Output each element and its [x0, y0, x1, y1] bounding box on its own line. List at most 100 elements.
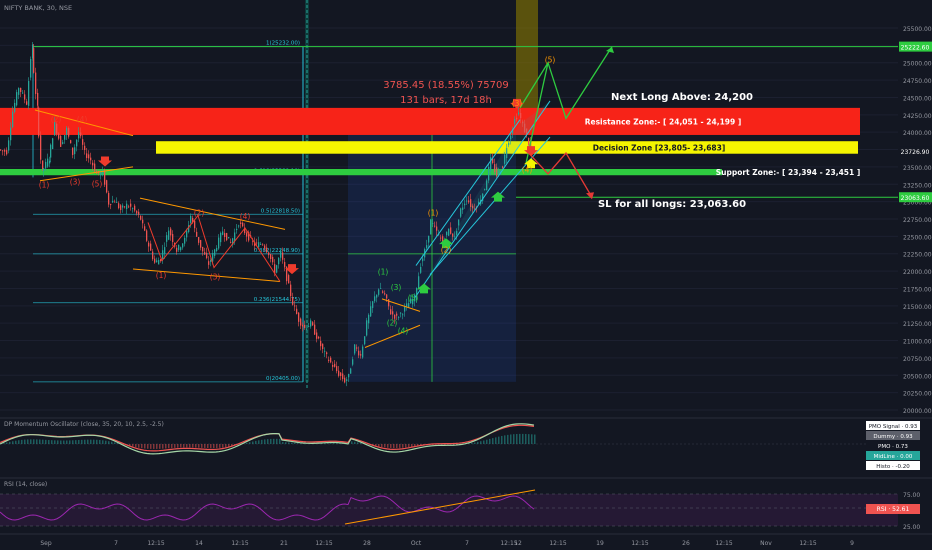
- candle-body: [40, 135, 42, 160]
- oscillator-histogram-bar: [405, 444, 407, 448]
- oscillator-histogram-bar: [180, 444, 182, 448]
- wave-label: (1): [378, 268, 389, 277]
- y-tick-label: 22500.00: [903, 234, 932, 241]
- oscillator-histogram-bar: [45, 439, 47, 444]
- oscillator-histogram-bar: [471, 443, 473, 444]
- candle-body: [20, 87, 22, 92]
- oscillator-histogram-bar: [36, 439, 38, 444]
- candle-body: [56, 123, 58, 134]
- candle-body: [218, 237, 220, 249]
- oscillator-histogram-bar: [264, 439, 266, 444]
- candle-body: [256, 242, 258, 244]
- candle-body: [346, 379, 348, 381]
- candle-body: [202, 246, 204, 252]
- next-long-annotation: Next Long Above: 24,200: [611, 92, 753, 103]
- candle-body: [434, 225, 436, 227]
- candle-body: [262, 244, 264, 246]
- oscillator-histogram-bar: [402, 444, 404, 448]
- candle-body: [76, 139, 78, 147]
- x-tick-label: 12:15: [147, 540, 164, 547]
- candle-body: [136, 210, 138, 214]
- oscillator-histogram-bar: [72, 440, 74, 444]
- candle-body: [340, 372, 342, 376]
- oscillator-histogram-bar: [66, 440, 68, 444]
- candle-body: [316, 332, 318, 339]
- oscillator-histogram-bar: [204, 444, 206, 448]
- candle-body: [120, 205, 122, 211]
- oscillator-histogram-bar: [189, 444, 191, 448]
- candle-body: [84, 145, 86, 150]
- oscillator-histogram-bar: [114, 442, 116, 444]
- candle-body: [54, 121, 56, 136]
- candle-body: [358, 350, 360, 356]
- candle-body: [60, 135, 62, 147]
- candle-body: [130, 203, 132, 207]
- oscillator-histogram-bar: [522, 433, 524, 444]
- oscillator-histogram-bar: [39, 439, 41, 444]
- candle-body: [110, 204, 112, 206]
- candle-body: [318, 336, 320, 339]
- oscillator-histogram-bar: [54, 440, 56, 444]
- x-tick-label: 12:15: [715, 540, 732, 547]
- y-tick-label: 22250.00: [903, 252, 932, 259]
- candle-body: [42, 160, 44, 169]
- candle-body: [268, 252, 270, 256]
- candle-body: [378, 289, 380, 295]
- x-tick-label: Oct: [411, 540, 422, 547]
- oscillator-histogram-bar: [6, 442, 8, 444]
- candle-body: [140, 215, 142, 220]
- candle-body: [66, 127, 68, 135]
- candle-body: [72, 147, 74, 155]
- candle-body: [94, 163, 96, 172]
- oscillator-histogram-bar: [261, 439, 263, 444]
- candle-body: [208, 261, 210, 265]
- candle-body: [64, 135, 66, 140]
- candle-body: [100, 171, 102, 176]
- candle-body: [520, 113, 522, 119]
- oscillator-histogram-bar: [108, 441, 110, 444]
- candle-body: [352, 359, 354, 365]
- oscillator-histogram-bar: [207, 444, 209, 449]
- candle-body: [334, 363, 336, 367]
- oscillator-histogram-bar: [390, 444, 392, 448]
- candle-body: [338, 370, 340, 376]
- oscillator-histogram-bar: [156, 444, 158, 449]
- candle-body: [276, 265, 278, 273]
- x-tick-label: 12:15: [799, 540, 816, 547]
- candle-body: [78, 132, 80, 139]
- candle-body: [398, 317, 400, 319]
- last-price-tag: 23726.90: [901, 149, 930, 156]
- oscillator-histogram-bar: [525, 433, 527, 444]
- oscillator-histogram-bar: [147, 444, 149, 449]
- candle-body: [28, 81, 30, 106]
- x-tick-label: 21: [280, 540, 288, 547]
- support-zone: [0, 168, 722, 176]
- candle-body: [376, 294, 378, 298]
- candle-body: [294, 305, 296, 307]
- oscillator-histogram-bar: [255, 440, 257, 444]
- wave-label: (1): [39, 181, 50, 190]
- candle-body: [388, 299, 390, 307]
- oscillator-histogram-bar: [183, 444, 185, 448]
- candle-body: [390, 309, 392, 315]
- candle-body: [368, 314, 370, 324]
- oscillator-histogram-bar: [135, 444, 137, 448]
- oscillator-legend-tag: PMO Signal · 0.93: [869, 424, 918, 430]
- wave-label: (2): [51, 115, 62, 124]
- wave-label: (4): [522, 165, 533, 174]
- candle-body: [166, 235, 168, 242]
- candle-body: [16, 92, 18, 106]
- candle-body: [150, 243, 152, 251]
- x-tick-label: 14: [195, 540, 203, 547]
- sl-annotation: SL for all longs: 23,063.60: [598, 199, 746, 210]
- candle-body: [242, 222, 244, 227]
- oscillator-histogram-bar: [483, 440, 485, 444]
- y-tick-label: 22000.00: [903, 269, 932, 276]
- candle-body: [280, 250, 282, 258]
- candle-body: [196, 231, 198, 237]
- candle-body: [428, 235, 430, 243]
- candle-body: [106, 180, 108, 193]
- oscillator-histogram-bar: [132, 444, 134, 447]
- candle-body: [200, 240, 202, 248]
- oscillator-histogram-bar: [327, 443, 329, 444]
